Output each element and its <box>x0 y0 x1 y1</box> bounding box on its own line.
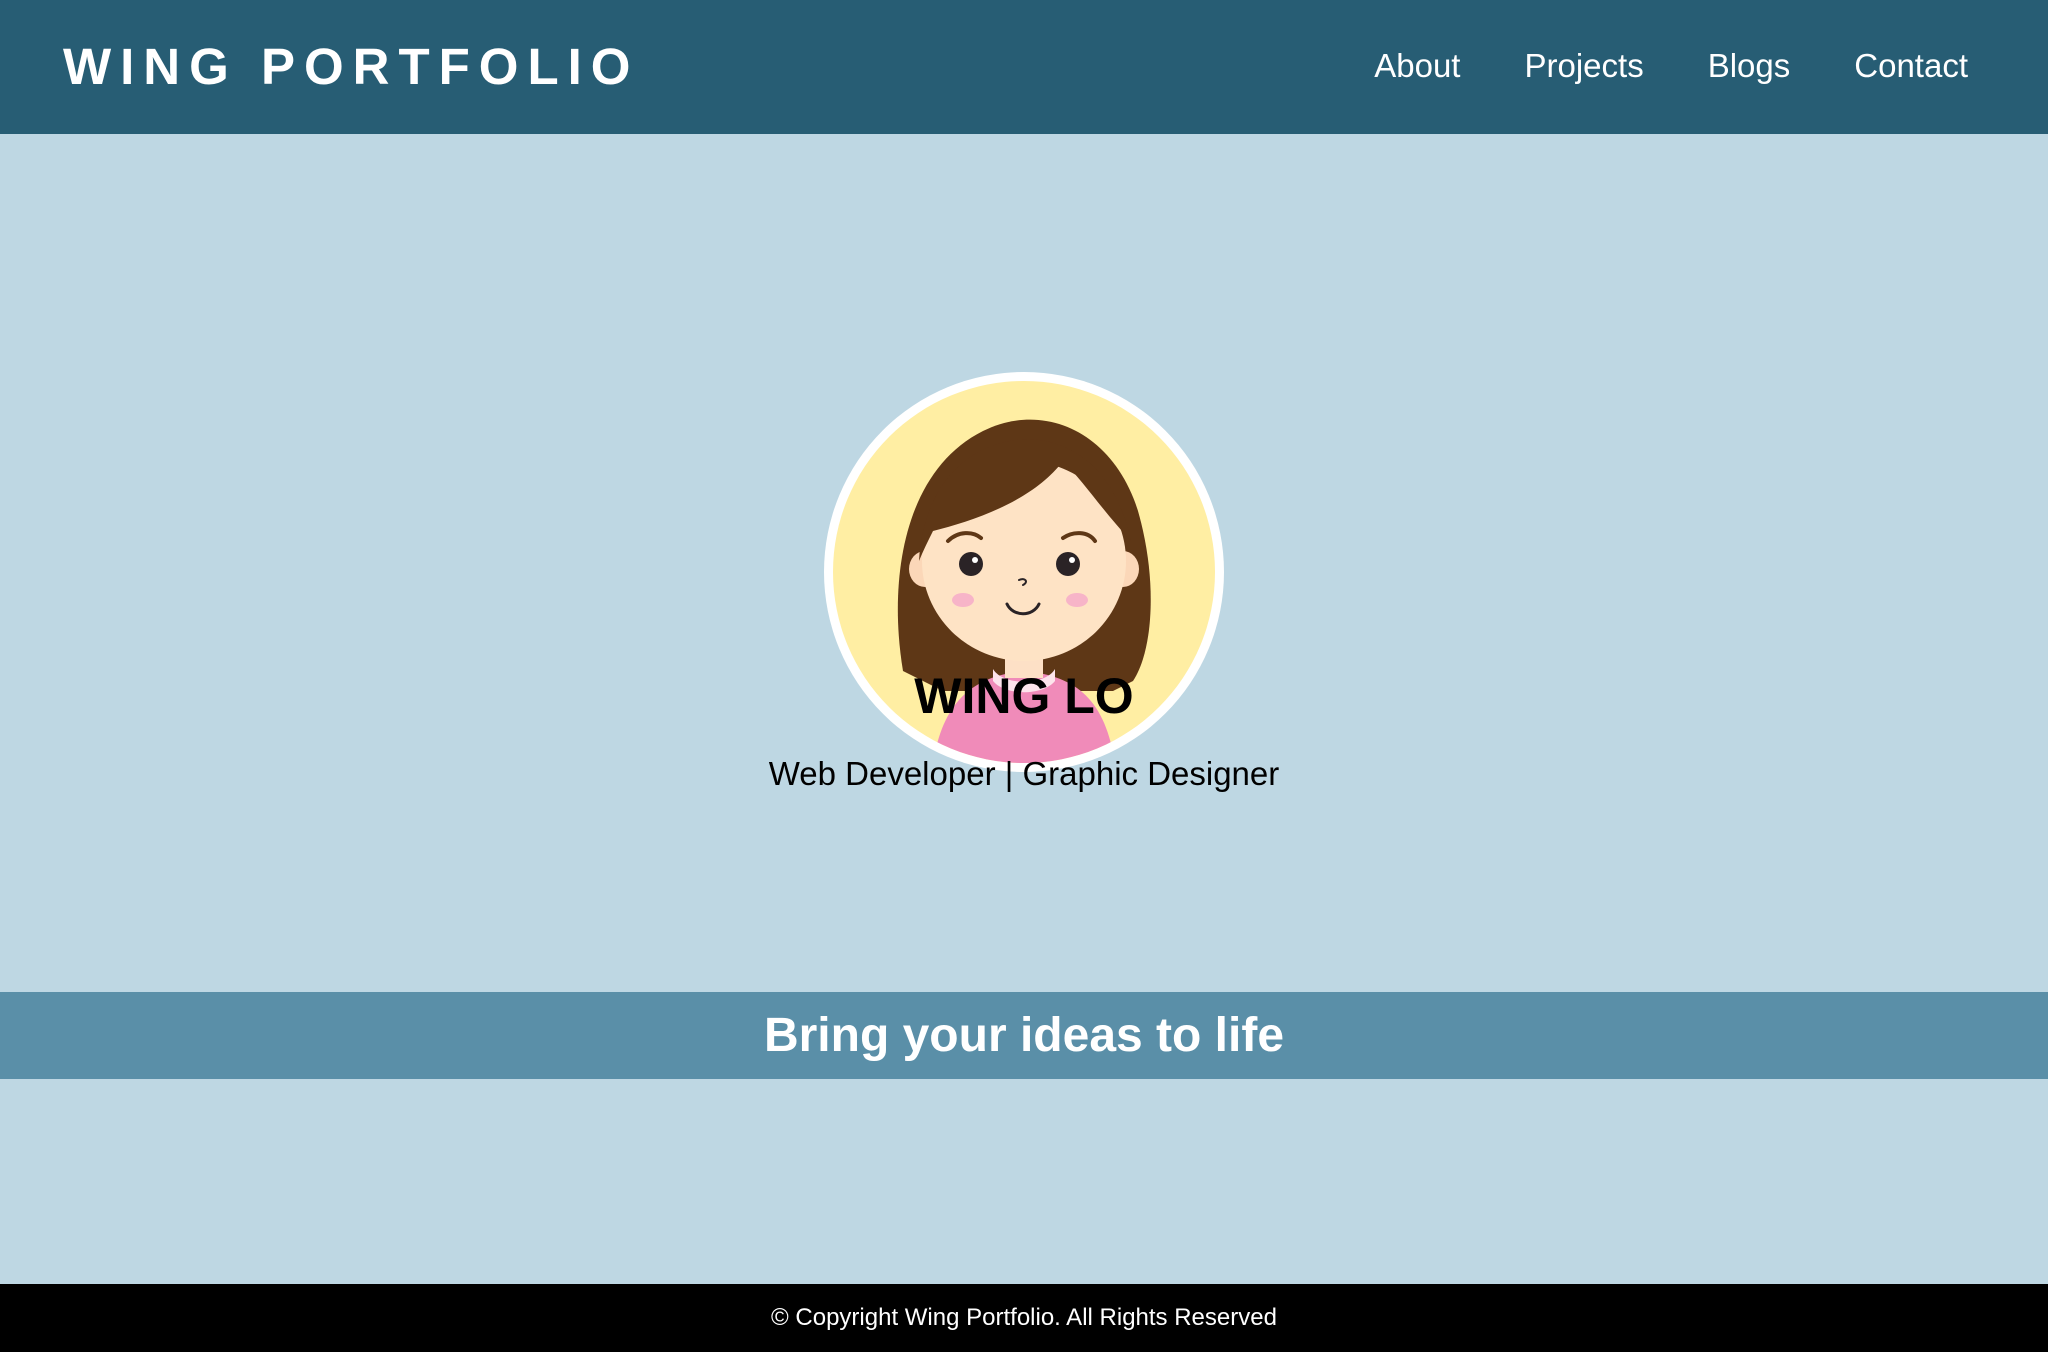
brand-logo[interactable]: WING PORTFOLIO <box>63 38 639 96</box>
profile-name: WING LO <box>914 668 1134 724</box>
nav-link-about[interactable]: About <box>1374 44 1460 88</box>
footer-copyright: © Copyright Wing Portfolio. All Rights R… <box>771 1304 1277 1331</box>
tagline-text: Bring your ideas to life <box>763 1009 1285 1062</box>
nav-link-contact[interactable]: Contact <box>1854 44 1968 88</box>
site-header: WING PORTFOLIO About Projects Blogs Cont… <box>0 0 2048 134</box>
nav-link-blogs[interactable]: Blogs <box>1708 44 1791 88</box>
nav-link-projects[interactable]: Projects <box>1524 44 1643 88</box>
site-footer: © Copyright Wing Portfolio. All Rights R… <box>0 1284 2048 1352</box>
main-nav: About Projects Blogs Contact <box>1374 44 1968 88</box>
page: WING PORTFOLIO About Projects Blogs Cont… <box>0 0 2048 1352</box>
tagline-banner: Bring your ideas to life <box>0 992 2048 1079</box>
hero-section <box>0 134 2048 992</box>
profile-role: Web Developer | Graphic Designer <box>768 755 1280 792</box>
